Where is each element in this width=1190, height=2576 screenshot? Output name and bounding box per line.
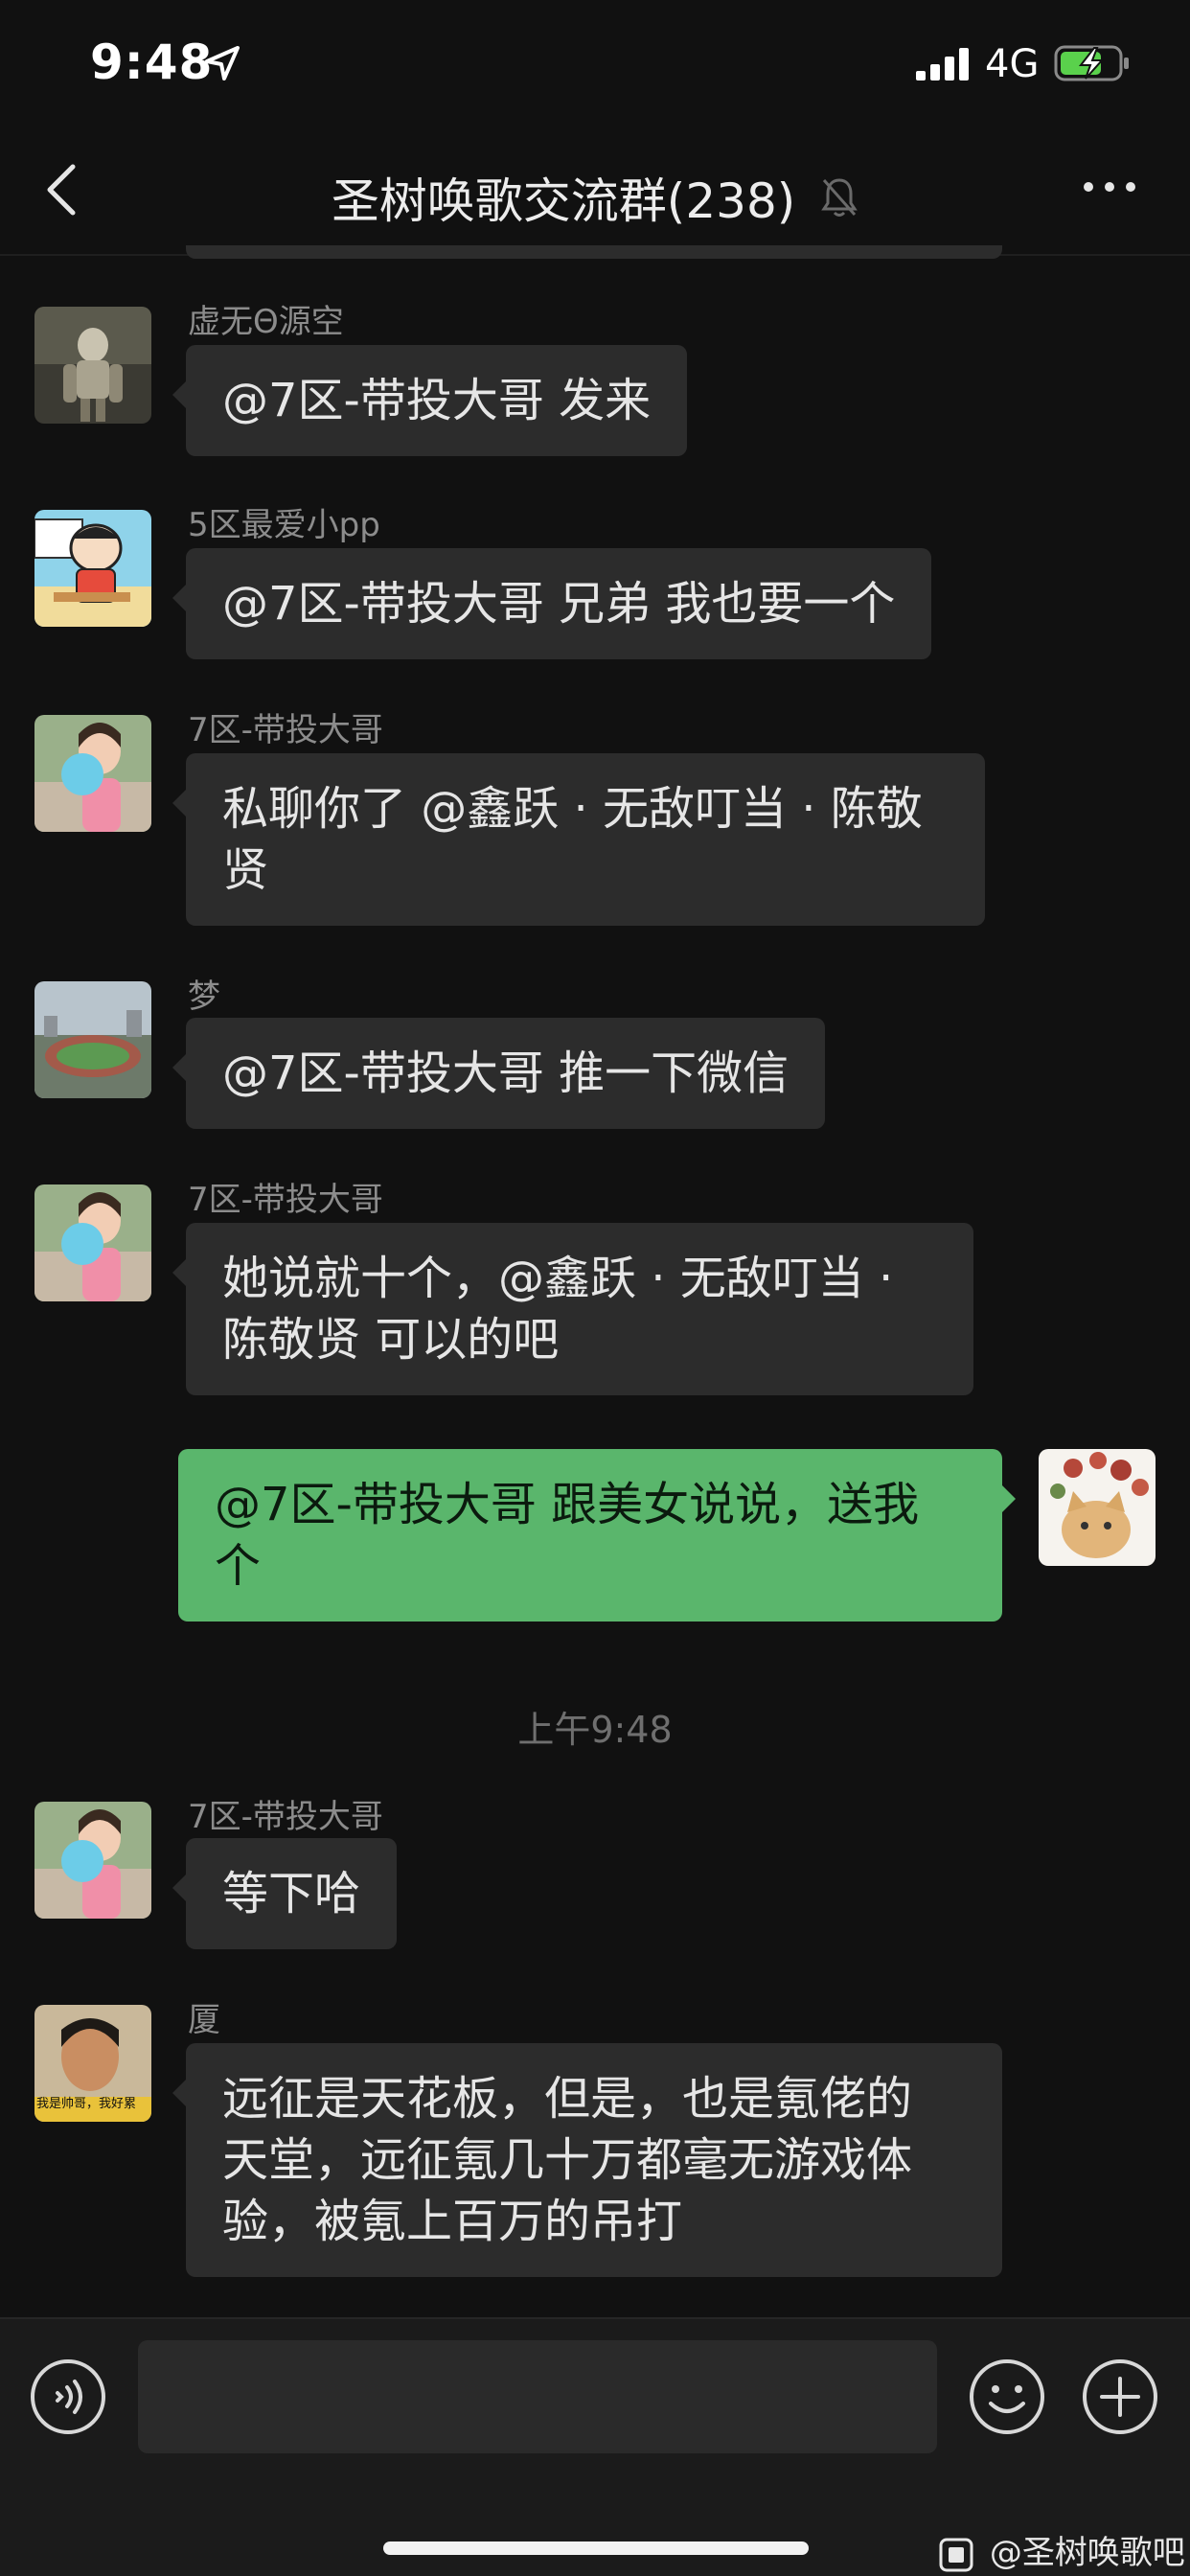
watermark-text: @圣树唤歌吧 (989, 2534, 1185, 2572)
sender-name: 7区-带投大哥 (188, 1798, 383, 1836)
sender-name: 厦 (188, 2001, 220, 2039)
my-avatar[interactable] (1039, 1449, 1156, 1566)
armored-knight-avatar-icon (34, 307, 151, 424)
sender-name: 5区最爱小pp (188, 506, 380, 544)
message-text-line: 天堂，远征氪几十万都毫无游戏体 (222, 2133, 913, 2187)
avatar[interactable]: 我是帅哥，我好累 (34, 2005, 151, 2122)
message-text-line: @7区-带投大哥 推一下微信 (222, 1046, 790, 1100)
signal-bars-icon (916, 48, 969, 80)
message-text-line: @7区-带投大哥 发来 (222, 374, 652, 427)
network-label: 4G (985, 42, 1040, 86)
message-input[interactable] (138, 2340, 937, 2453)
message-text-line: 私聊你了 @鑫跃 · 无敌叮当 · 陈敬 (222, 782, 923, 836)
message-bubble-outgoing[interactable]: @7区-带投大哥 跟美女说说，送我 个 (178, 1449, 1016, 1622)
kitten-with-flowers-avatar-icon (1039, 1449, 1156, 1566)
home-indicator (383, 2542, 809, 2555)
nav-bar: 圣树唤歌交流群(238) (0, 125, 1190, 256)
message-bubble[interactable]: 她说就十个，@鑫跃 · 无敌叮当 · 陈敬贤 可以的吧 (172, 1223, 973, 1395)
battery-charging-icon (1054, 45, 1129, 81)
message-text-line: 陈敬贤 可以的吧 (222, 1313, 560, 1367)
more-dots-icon[interactable] (1081, 172, 1138, 201)
message-text-line: 她说就十个，@鑫跃 · 无敌叮当 · (222, 1252, 894, 1305)
avatar[interactable] (34, 307, 151, 424)
message-text-line: @7区-带投大哥 兄弟 我也要一个 (222, 577, 896, 631)
girl-with-cotton-candy-avatar-icon (34, 1802, 151, 1919)
message-text-line: @7区-带投大哥 跟美女说说，送我 (215, 1478, 920, 1531)
avatar[interactable] (34, 981, 151, 1098)
message-bubble[interactable]: @7区-带投大哥 兄弟 我也要一个 (172, 548, 932, 659)
message-bubble[interactable]: 私聊你了 @鑫跃 · 无敌叮当 · 陈敬 贤 (172, 753, 985, 926)
status-time: 9:48 (90, 34, 214, 90)
avatar[interactable] (34, 510, 151, 627)
sender-name: 梦 (188, 978, 220, 1016)
sender-name: 7区-带投大哥 (188, 711, 383, 749)
cartoon-boy-avatar-icon (34, 510, 151, 627)
avatar[interactable] (34, 1184, 151, 1301)
tieba-paste-icon (939, 2538, 973, 2571)
watermark: @圣树唤歌吧 (939, 2526, 1185, 2573)
voice-icon[interactable] (29, 2358, 107, 2436)
message-text-line: 个 (215, 1539, 262, 1593)
avatar[interactable] (34, 1802, 151, 1919)
chat-title: 圣树唤歌交流群(238) (0, 163, 1190, 232)
avatar[interactable] (34, 715, 151, 832)
partial-message-bubble (186, 245, 1002, 259)
stadium-avatar-icon (34, 981, 151, 1098)
message-text-line: 远征是天花板，但是，也是氪佬的 (222, 2072, 913, 2126)
chat-title-text: 圣树唤歌交流群(238) (331, 173, 796, 229)
mute-bell-icon (821, 178, 858, 217)
input-bar: @圣树唤歌吧 (0, 2317, 1190, 2576)
message-text-line: 验，被氪上百万的吊打 (222, 2195, 683, 2248)
emoji-icon[interactable] (968, 2358, 1046, 2436)
message-text-line: 等下哈 (222, 1867, 361, 1920)
message-text-line: 贤 (222, 843, 269, 897)
plus-icon[interactable] (1081, 2358, 1159, 2436)
chat-screen: 9:48 4G 圣树唤歌交流群(238) 虚无Θ源空 @7区-带投大哥 发来 5… (0, 0, 1190, 2576)
message-bubble[interactable]: @7区-带投大哥 推一下微信 (172, 1018, 826, 1129)
sender-name: 虚无Θ源空 (188, 303, 344, 341)
chat-timestamp: 上午9:48 (517, 1709, 673, 1751)
location-arrow-icon (205, 46, 240, 80)
message-bubble[interactable]: 等下哈 (172, 1838, 398, 1949)
girl-with-cotton-candy-avatar-icon (34, 1184, 151, 1301)
girl-with-cotton-candy-avatar-icon (34, 715, 151, 832)
avatar-caption: 我是帅哥，我好累 (36, 2097, 137, 2111)
message-bubble[interactable]: 远征是天花板，但是，也是氪佬的 天堂，远征氪几十万都毫无游戏体 验，被氪上百万的… (172, 2043, 1002, 2277)
message-bubble[interactable]: @7区-带投大哥 发来 (172, 345, 688, 456)
status-bar: 9:48 4G (0, 0, 1190, 125)
sender-name: 7区-带投大哥 (188, 1181, 383, 1219)
